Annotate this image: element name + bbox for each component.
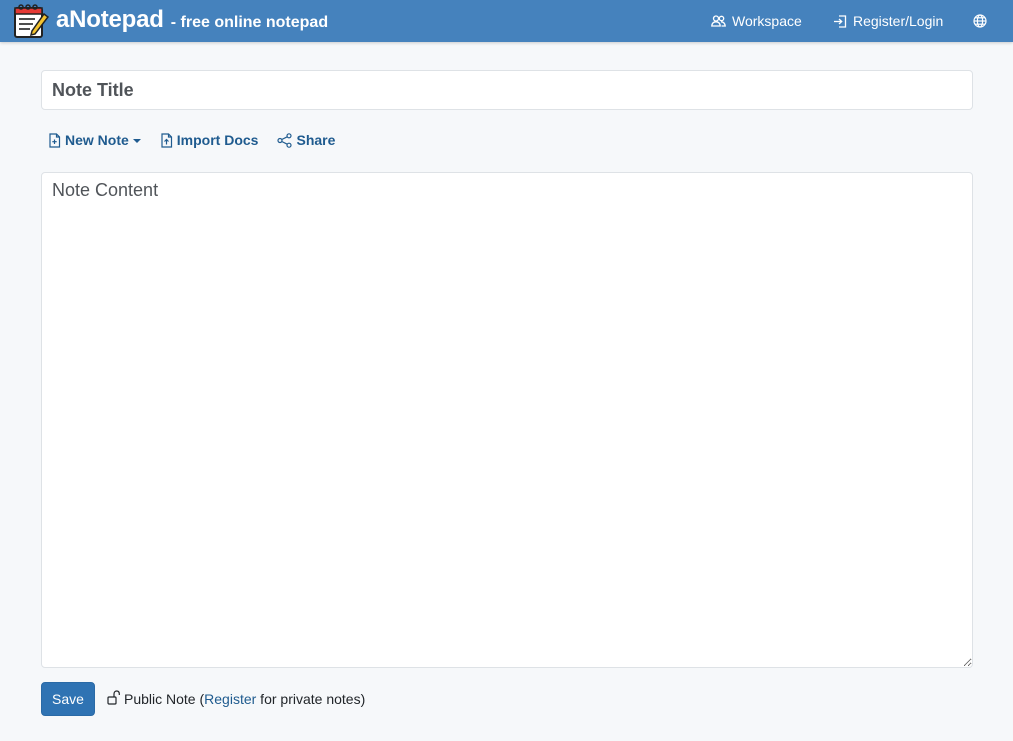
caret-down-icon	[132, 138, 141, 143]
note-toolbar: New Note Import Docs Share	[48, 130, 354, 150]
notepad-logo-icon[interactable]	[13, 4, 49, 39]
share-icon	[277, 132, 293, 148]
public-note-notice: Public Note (Register for private notes)	[107, 690, 365, 708]
unlock-icon	[107, 690, 120, 705]
register-link[interactable]: Register	[204, 691, 256, 707]
people-icon	[711, 15, 726, 27]
public-note-label: Public Note (	[124, 691, 205, 707]
note-content-textarea[interactable]	[41, 172, 973, 668]
workspace-label: Workspace	[732, 13, 802, 29]
save-button[interactable]: Save	[41, 682, 95, 716]
note-title-input[interactable]	[41, 70, 973, 110]
register-login-label: Register/Login	[853, 13, 944, 29]
brand-name: aNotepad	[56, 6, 164, 33]
file-plus-icon	[49, 132, 61, 148]
top-navbar: aNotepad - free online notepad Workspace…	[0, 0, 1013, 42]
import-docs-label: Import Docs	[176, 132, 259, 148]
login-icon	[834, 14, 847, 28]
import-docs-button[interactable]: Import Docs	[160, 132, 259, 148]
language-selector[interactable]	[973, 0, 993, 42]
private-notes-suffix: for private notes)	[256, 691, 366, 707]
register-login-link[interactable]: Register/Login	[833, 0, 943, 42]
new-note-label: New Note	[65, 132, 129, 148]
brand-tagline: - free online notepad	[170, 14, 329, 31]
share-button[interactable]: Share	[277, 132, 335, 148]
share-label: Share	[296, 132, 336, 148]
file-upload-icon	[161, 132, 172, 148]
brand-link[interactable]: aNotepad - free online notepad	[56, 4, 328, 38]
globe-icon	[973, 14, 987, 28]
new-note-dropdown[interactable]: New Note	[48, 132, 141, 148]
workspace-link[interactable]: Workspace	[711, 0, 802, 42]
